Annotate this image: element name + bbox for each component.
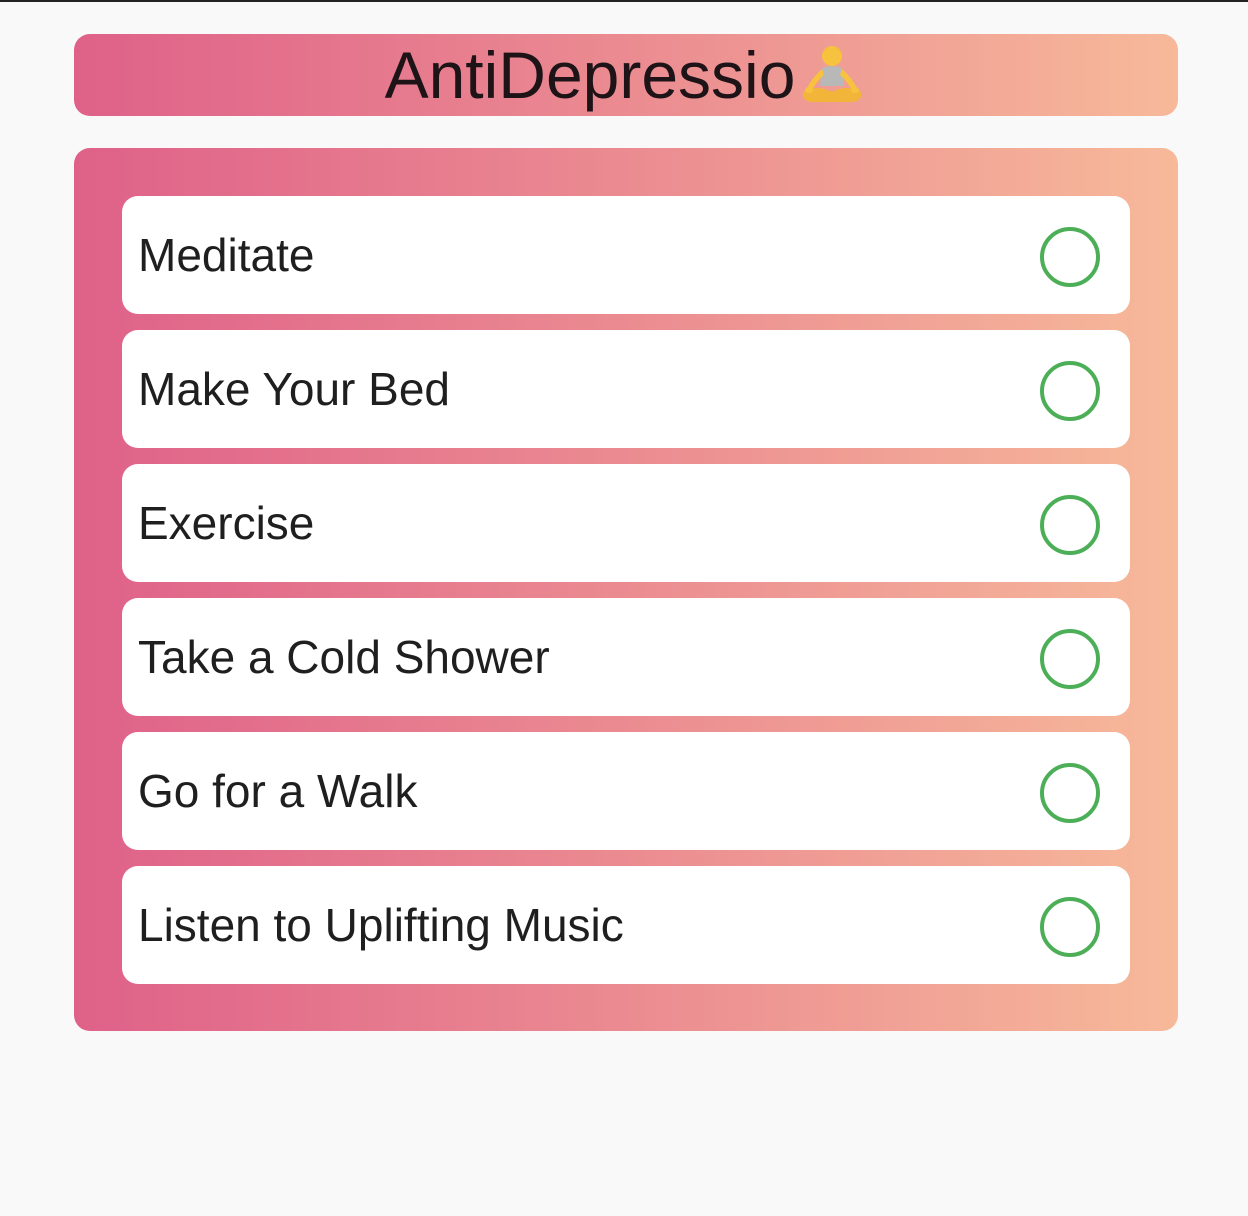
task-label: Meditate [138,229,315,281]
app-title: AntiDepressio [385,42,868,108]
checkbox-circle-icon[interactable] [1040,897,1100,957]
task-label: Go for a Walk [138,765,418,817]
checkbox-circle-icon[interactable] [1040,629,1100,689]
task-list: Meditate Make Your Bed Exercise Take a C… [122,196,1130,1000]
top-border [0,0,1248,2]
checkbox-circle-icon[interactable] [1040,763,1100,823]
app-header: AntiDepressio [74,34,1178,116]
checkbox-circle-icon[interactable] [1040,495,1100,555]
task-item-exercise[interactable]: Exercise [122,464,1130,582]
checkbox-circle-icon[interactable] [1040,227,1100,287]
task-item-cold-shower[interactable]: Take a Cold Shower [122,598,1130,716]
task-label: Take a Cold Shower [138,631,550,683]
person-in-lotus-position-icon [803,46,862,102]
task-item-make-your-bed[interactable]: Make Your Bed [122,330,1130,448]
task-panel: Meditate Make Your Bed Exercise Take a C… [74,148,1178,1031]
task-label: Listen to Uplifting Music [138,899,624,951]
task-label: Exercise [138,497,315,549]
app-title-text: AntiDepressio [384,38,796,112]
task-item-meditate[interactable]: Meditate [122,196,1130,314]
task-item-uplifting-music[interactable]: Listen to Uplifting Music [122,866,1130,984]
task-item-go-for-a-walk[interactable]: Go for a Walk [122,732,1130,850]
checkbox-circle-icon[interactable] [1040,361,1100,421]
task-label: Make Your Bed [138,363,451,415]
